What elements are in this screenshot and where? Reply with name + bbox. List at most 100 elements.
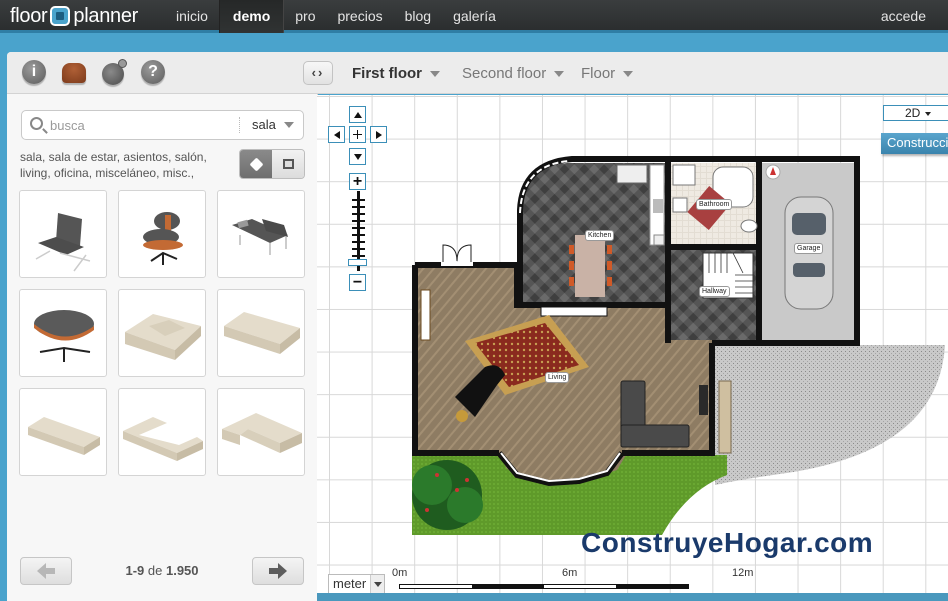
watermark: ConstruyeHogar.com — [581, 527, 874, 558]
floor-tabs-bar: ‹› First floor Second floor Floor — [303, 52, 948, 94]
pan-right-button[interactable] — [370, 126, 387, 143]
library-item-sofa-beige[interactable] — [217, 289, 305, 377]
view-mode-select[interactable]: 2D — [883, 105, 948, 121]
library-item-ottoman[interactable] — [19, 289, 107, 377]
furniture-button[interactable] — [62, 60, 88, 86]
category-tags: sala, sala de estar, asientos, salón, li… — [20, 150, 207, 180]
front-door-threshold — [441, 262, 473, 266]
info-button[interactable]: i — [22, 60, 48, 86]
kitchen-hood — [616, 164, 648, 184]
gravel-patio — [715, 345, 945, 485]
zoom-out-button[interactable]: − — [349, 274, 366, 291]
sofa-beige-thumbnail — [224, 312, 300, 354]
armchair-icon — [62, 63, 86, 83]
nav-item-inicio[interactable]: inicio — [165, 0, 219, 33]
chevron-down-icon[interactable] — [284, 122, 294, 128]
nav-item-demo[interactable]: demo — [218, 0, 285, 33]
car-windshield — [792, 213, 826, 235]
library-panel: i ? sala sala, sala de estar, asientos, … — [7, 52, 317, 601]
center-icon — [353, 130, 362, 139]
unit-select[interactable]: meter — [328, 574, 385, 593]
nav-item-blog[interactable]: blog — [394, 0, 442, 33]
minus-icon: − — [352, 273, 363, 291]
zoom-in-button[interactable]: + — [349, 173, 366, 190]
room-label-kitchen: Kitchen — [585, 230, 615, 241]
nav-item-galeria[interactable]: galería — [442, 0, 507, 33]
unit-value: meter — [333, 576, 367, 591]
tab-floor[interactable]: Floor — [581, 65, 634, 82]
bathroom-sink — [672, 197, 688, 213]
search-icon — [30, 117, 43, 130]
chevron-down-icon[interactable] — [623, 70, 634, 77]
construct-button[interactable]: Construcción — [881, 133, 948, 154]
login-link[interactable]: accede — [881, 0, 926, 33]
center-view-button[interactable] — [349, 126, 366, 143]
piano-stool — [456, 410, 468, 422]
chevron-down-icon[interactable] — [554, 70, 565, 77]
library-item-armchair-beige[interactable] — [118, 289, 206, 377]
category-select[interactable]: sala — [252, 117, 276, 132]
tab-first-floor[interactable]: First floor — [352, 65, 440, 82]
page-range: 1-9 — [125, 563, 145, 578]
nav-item-pro[interactable]: pro — [284, 0, 326, 33]
scale-label-12: 12m — [732, 567, 754, 579]
view-3d-button[interactable] — [240, 150, 272, 178]
library-item-l-sofa-beige[interactable] — [217, 388, 305, 476]
arrow-up-icon — [353, 111, 362, 118]
radiator — [540, 306, 608, 317]
arrow-down-icon — [353, 153, 362, 160]
tab-label: First floor — [352, 65, 422, 82]
floorplan-canvas[interactable]: Kitchen Bathroom Garage Hallway Living +… — [317, 95, 948, 593]
daybed-thumbnail — [232, 219, 288, 255]
room-label-hallway: Hallway — [699, 286, 730, 297]
zoom-slider-handle[interactable] — [348, 259, 367, 266]
stove — [653, 234, 665, 246]
help-button[interactable]: ? — [141, 60, 167, 86]
fireplace — [718, 380, 732, 454]
pan-left-button[interactable] — [328, 126, 345, 143]
room-label-bathroom: Bathroom — [696, 199, 733, 210]
search-input[interactable] — [50, 115, 230, 135]
nav-item-precios[interactable]: precios — [326, 0, 393, 33]
chevron-down-icon — [925, 111, 932, 116]
pan-down-button[interactable] — [349, 148, 366, 165]
room-label-living: Living — [545, 372, 570, 383]
bottom-border — [317, 593, 948, 601]
collapse-panel-button[interactable]: ‹› — [303, 61, 333, 85]
arrow-right-icon — [375, 130, 382, 139]
library-item-daybed[interactable] — [217, 190, 305, 278]
l-sofa-thumbnail — [222, 413, 302, 453]
library-search: sala — [21, 110, 304, 140]
floorplan-drawing[interactable] — [317, 95, 948, 593]
library-item-corner-sofa-beige[interactable] — [118, 388, 206, 476]
view-toggle — [239, 149, 305, 179]
lounge-chair-thumbnail — [143, 212, 183, 265]
page-of: de — [147, 563, 163, 578]
next-page-button[interactable] — [252, 557, 304, 585]
floorplanner-logo[interactable]: floor planner — [10, 4, 138, 28]
tab-second-floor[interactable]: Second floor — [462, 65, 565, 82]
main-nav: inicio demo pro precios blog galería — [165, 0, 507, 33]
logo-text-floor: floor — [10, 4, 48, 27]
scale-label-0: 0m — [392, 567, 408, 579]
view-2d-button[interactable] — [272, 150, 304, 178]
dining-table — [575, 235, 605, 297]
l-sofa — [620, 424, 690, 448]
library-item-barcelona-chair[interactable] — [19, 190, 107, 278]
globe-icon — [102, 59, 127, 85]
kitchen-sink — [653, 199, 663, 213]
corner-sofa-thumbnail — [123, 417, 203, 461]
globe-button[interactable] — [102, 59, 128, 86]
tv — [699, 385, 708, 415]
arrow-left-icon — [333, 130, 340, 139]
logo-mark-icon — [50, 6, 71, 26]
pan-up-button[interactable] — [349, 106, 366, 123]
logo-text-planner: planner — [73, 4, 139, 27]
ottoman-thumbnail — [34, 310, 94, 362]
tab-label: Second floor — [462, 65, 547, 82]
bookshelf — [420, 289, 431, 341]
library-item-long-sofa-beige[interactable] — [19, 388, 107, 476]
chevron-down-icon[interactable] — [430, 70, 440, 77]
library-item-lounge-chair[interactable] — [118, 190, 206, 278]
scale-bar — [399, 584, 689, 589]
